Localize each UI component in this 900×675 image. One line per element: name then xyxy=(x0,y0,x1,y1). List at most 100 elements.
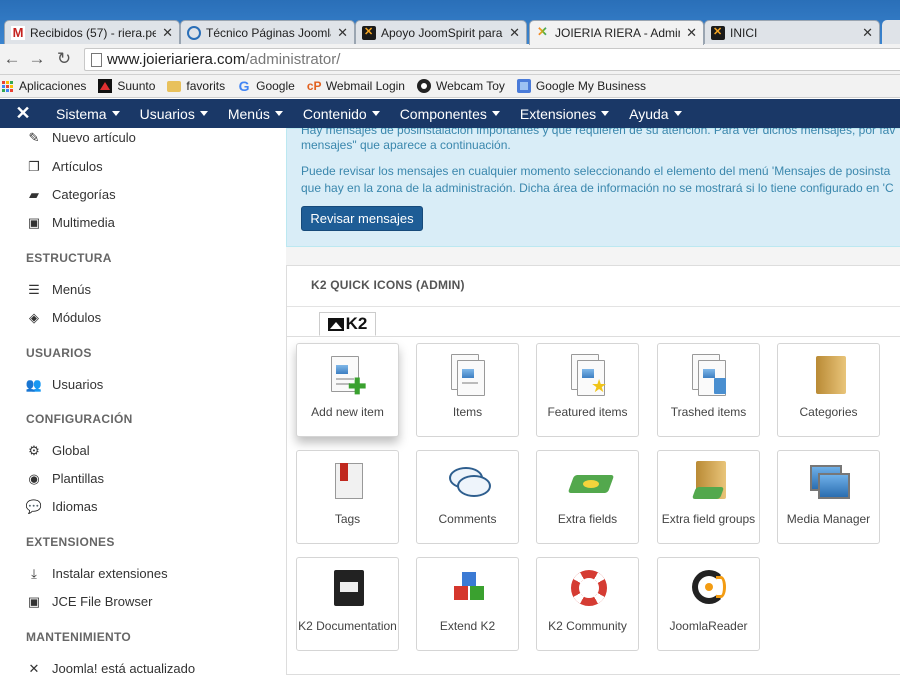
documentation-icon xyxy=(329,568,369,612)
gmail-icon: M xyxy=(11,24,25,40)
browser-tab-joieria-active[interactable]: JOIERIA RIERA - Administ ✕ xyxy=(529,20,704,45)
alert-text-line: que hay en la zona de la administración.… xyxy=(301,181,894,195)
quick-icon-label: Extra fields xyxy=(557,512,618,526)
bookmark-label: Google My Business xyxy=(535,79,646,93)
quick-icon-label: Featured items xyxy=(547,405,628,419)
url-path: /administrator/ xyxy=(245,51,341,68)
url-input[interactable]: www.joieriariera.com/administrator/ xyxy=(84,48,900,71)
sidebar-item-instalar-extensiones[interactable]: ⤓ Instalar extensiones xyxy=(26,566,168,582)
k2-tab[interactable]: K2 xyxy=(319,312,376,336)
browser-tab-overflow[interactable] xyxy=(882,20,900,44)
sidebar-item-nuevo-articulo[interactable]: ✎ Nuevo artículo xyxy=(26,130,136,146)
quick-icon-extend-k2[interactable]: Extend K2 xyxy=(416,557,519,651)
quick-icon-tags[interactable]: Tags xyxy=(296,450,399,544)
quick-icon-label: Extra field groups xyxy=(661,512,756,526)
browser-tab-gmail[interactable]: M Recibidos (57) - riera.pero ✕ xyxy=(4,20,180,44)
quick-icon-label: JoomlaReader xyxy=(669,619,748,633)
browser-tab-inici[interactable]: INICI ✕ xyxy=(704,20,880,44)
review-messages-button[interactable]: Revisar mensajes xyxy=(301,206,423,231)
sidebar-item-label: Menús xyxy=(52,282,92,297)
folder-open-icon: ▰ xyxy=(29,186,39,202)
menu-extensiones[interactable]: Extensiones xyxy=(510,106,619,122)
browser-tab-strip: M Recibidos (57) - riera.pero ✕ Técnico … xyxy=(0,0,900,45)
k2-logo-icon xyxy=(327,317,344,331)
sidebar-item-label: Plantillas xyxy=(52,471,105,486)
browser-tab-apoyo[interactable]: Apoyo JoomSpirit para pl ✕ xyxy=(355,20,527,44)
image-icon: ▣ xyxy=(27,214,41,230)
sidebar-item-idiomas[interactable]: 💬 Idiomas xyxy=(25,498,98,515)
bookmark-gmb[interactable]: Google My Business xyxy=(516,79,646,93)
gear-icon: ⚙ xyxy=(28,442,40,458)
sidebar-item-articulos[interactable]: ❐ Artículos xyxy=(26,159,102,175)
tab-title: Apoyo JoomSpirit para pl xyxy=(381,25,504,40)
menu-contenido[interactable]: Contenido xyxy=(293,106,390,122)
sidebar-item-usuarios[interactable]: 👥 Usuarios xyxy=(25,376,103,393)
forward-arrow-icon[interactable]: → xyxy=(27,49,47,69)
caret-down-icon xyxy=(601,111,610,116)
close-icon[interactable]: ✕ xyxy=(509,25,520,41)
menu-usuarios[interactable]: Usuarios xyxy=(130,106,218,122)
sidebar-item-multimedia[interactable]: ▣ Multimedia xyxy=(26,214,115,231)
bookmark-label: Webcam Toy xyxy=(435,79,505,93)
bookmark-webmail[interactable]: cP Webmail Login xyxy=(307,79,405,93)
quick-icon-featured-items[interactable]: ★ Featured items xyxy=(536,343,639,437)
menu-label: Contenido xyxy=(302,105,367,122)
bookmark-webcam[interactable]: Webcam Toy xyxy=(416,79,505,93)
tab-title: Técnico Páginas Joomla a xyxy=(206,25,331,40)
quick-icon-extra-fields[interactable]: Extra fields xyxy=(536,450,639,544)
browser-tab-tecnico[interactable]: Técnico Páginas Joomla a ✕ xyxy=(180,20,355,44)
quick-icon-trashed-items[interactable]: Trashed items xyxy=(657,343,760,437)
alert-text-line: Puede revisar los mensajes en cualquier … xyxy=(301,164,891,178)
close-icon[interactable]: ✕ xyxy=(337,25,348,41)
menu-componentes[interactable]: Componentes xyxy=(390,106,510,122)
sidebar-item-jce-file-browser[interactable]: ▣ JCE File Browser xyxy=(26,594,153,610)
sidebar-item-label: Categorías xyxy=(52,187,116,202)
quick-icon-extra-field-groups[interactable]: Extra field groups xyxy=(657,450,760,544)
caret-down-icon xyxy=(371,111,380,116)
main-content: Hay mensajes de posinstalación important… xyxy=(286,128,900,675)
close-icon[interactable]: ✕ xyxy=(862,25,873,41)
comments-icon: 💬 xyxy=(25,498,43,514)
sidebar-item-menus[interactable]: ☰ Menús xyxy=(26,282,92,298)
users-icon: 👥 xyxy=(25,376,43,392)
sidebar-item-modulos[interactable]: ◈ Módulos xyxy=(26,310,101,326)
quick-icon-k2-documentation[interactable]: K2 Documentation xyxy=(296,557,399,651)
sidebar-item-global[interactable]: ⚙ Global xyxy=(26,442,89,459)
sidebar-item-label: JCE File Browser xyxy=(52,594,153,609)
close-icon[interactable]: ✕ xyxy=(162,25,173,41)
sidebar-item-categorias[interactable]: ▰ Categorías xyxy=(26,186,116,203)
reload-icon[interactable]: ↻ xyxy=(54,49,74,69)
bookmark-suunto[interactable]: Suunto xyxy=(98,79,155,93)
address-bar: ← → ↻ www.joieriariera.com/administrator… xyxy=(0,44,900,75)
sidebar-item-joomla-actualizado[interactable]: ✕ Joomla! está actualizado xyxy=(26,660,196,675)
quick-icon-k2-community[interactable]: K2 Community xyxy=(536,557,639,651)
bookmark-label: Aplicaciones xyxy=(19,79,87,93)
quick-icon-categories[interactable]: Categories xyxy=(777,343,880,437)
quick-icon-add-new-item[interactable]: ✚ Add new item xyxy=(296,343,399,437)
bookmark-apps[interactable]: Aplicaciones xyxy=(2,79,86,93)
quick-icon-media-manager[interactable]: Media Manager xyxy=(777,450,880,544)
sidebar-heading-estructura: ESTRUCTURA xyxy=(26,251,112,265)
sidebar-heading-configuracion: CONFIGURACIÓN xyxy=(26,412,133,426)
close-icon[interactable]: ✕ xyxy=(686,25,697,41)
quick-icon-label: Media Manager xyxy=(786,512,871,526)
quick-icon-joomlareader[interactable]: JoomlaReader xyxy=(657,557,760,651)
url-text: www.joieriariera.com/administrator/ xyxy=(107,51,340,68)
sidebar-item-plantillas[interactable]: ◉ Plantillas xyxy=(26,471,105,487)
quick-icon-label: Comments xyxy=(438,512,497,526)
joomla-icon xyxy=(711,25,725,40)
quick-icon-label: Tags xyxy=(334,512,361,526)
back-arrow-icon[interactable]: ← xyxy=(2,49,22,69)
loading-ring-icon xyxy=(187,25,201,40)
bookmark-favorits[interactable]: favorits xyxy=(167,79,225,93)
bookmark-label: Suunto xyxy=(117,79,156,93)
menu-label: Menús xyxy=(227,105,270,122)
menu-menus[interactable]: Menús xyxy=(218,106,293,122)
joomla-icon: ✕ xyxy=(28,660,40,675)
menu-sistema[interactable]: Sistema xyxy=(46,106,130,122)
bookmark-google[interactable]: G Google xyxy=(237,79,295,93)
joomla-logo-icon[interactable]: ✕ xyxy=(0,103,46,124)
quick-icon-comments[interactable]: Comments xyxy=(416,450,519,544)
menu-ayuda[interactable]: Ayuda xyxy=(619,106,691,122)
quick-icon-items[interactable]: Items xyxy=(416,343,519,437)
